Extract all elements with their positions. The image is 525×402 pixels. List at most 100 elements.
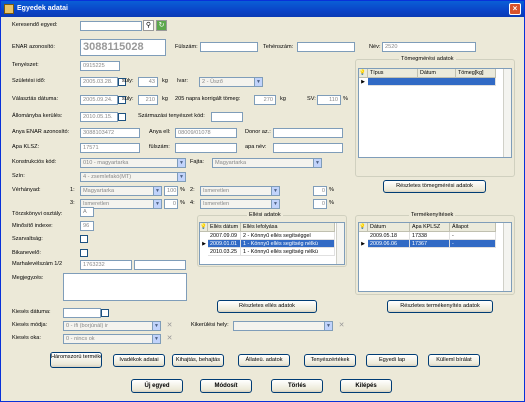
ver1-pct[interactable]: 100 (164, 186, 178, 196)
scrollbar[interactable] (503, 69, 511, 157)
kihajtas-button[interactable]: Kihajtás, behajtás (172, 354, 224, 367)
tenyeszet-field[interactable]: 0915225 (80, 61, 120, 71)
termek-col-apa: Apa KPLSZ (410, 223, 450, 232)
ver2-select[interactable]: Ismeretlen ▼ (200, 186, 280, 196)
refresh-icon[interactable]: ↻ (156, 20, 167, 31)
anya-enar-field[interactable]: 3088103472 (80, 128, 140, 138)
calendar-icon[interactable] (118, 113, 126, 121)
apa-nev-field[interactable] (273, 143, 343, 153)
search-input[interactable] (80, 21, 142, 31)
elles-grid[interactable]: 💡 Ellés dátum Ellés lefolyása 2007.09.09… (199, 222, 345, 265)
ver3-pct[interactable]: 0 (164, 199, 178, 209)
marhalevel-field-2[interactable] (134, 260, 186, 270)
allomany-date[interactable]: 2010.05.15. (80, 112, 118, 122)
haromszori-button[interactable]: Háromszorú termékenyítések (50, 352, 102, 368)
ivar-select[interactable]: 2 - Üsző ▼ (199, 77, 263, 87)
uj-egyed-button[interactable]: Új egyed (131, 379, 183, 393)
elles-cell[interactable]: 2 - Könnyű ellés segítséggel (241, 232, 335, 240)
suly-field[interactable]: 43 (138, 77, 158, 87)
korrigalt-field[interactable]: 270 (254, 95, 276, 105)
konstrukcio-select[interactable]: 010 - magyartarka ▼ (80, 158, 186, 168)
scrollbar[interactable] (336, 223, 344, 264)
sv-field[interactable]: 110 (317, 95, 341, 105)
elles-cell[interactable]: 1 - Könnyű ellés segítség nélkü (241, 248, 335, 256)
termek-cell[interactable]: 17338 (410, 232, 450, 240)
chevron-down-icon: ▼ (271, 200, 279, 208)
megjegyzes-textarea[interactable] (63, 273, 187, 301)
kieses-oka-select[interactable]: 0 - nincs ok ▼ (63, 334, 161, 344)
szarvaltsag-checkbox[interactable] (80, 235, 88, 243)
calendar-icon[interactable] (101, 309, 109, 317)
valasztas-date[interactable]: 2005.09.24. (80, 95, 118, 105)
termek-cell[interactable]: 17367 (410, 240, 450, 248)
anya-ell-label: Anya ell: (149, 129, 171, 135)
fulszam2-field[interactable] (175, 143, 237, 153)
szuletes-label: Születési idő: (12, 78, 46, 84)
termek-cell[interactable]: - (450, 232, 496, 240)
binoculars-icon[interactable]: ⚲ (143, 20, 154, 31)
tehenszam-field[interactable] (297, 42, 355, 52)
bikanevelo-checkbox[interactable] (80, 249, 88, 257)
bulb-icon: 💡 (359, 223, 368, 232)
tenyeszertekek-button[interactable]: Tenyészértékek (304, 354, 356, 367)
konstrukcio-label: Konstrukciós kód: (12, 159, 57, 165)
title-bar: Egyedek adatai × (1, 1, 524, 17)
chevron-down-icon: ▼ (313, 159, 321, 167)
ver1-unit: % (180, 187, 185, 193)
fulszam-field[interactable] (200, 42, 258, 52)
termek-grid[interactable]: 💡 Dátum Apa KPLSZ Állapot 2009.05.18 173… (358, 222, 512, 292)
elles-cell[interactable]: 2010.03.25 (208, 248, 241, 256)
chevron-down-icon: ▼ (177, 159, 185, 167)
elles-details-button[interactable]: Részletes ellés adatok (217, 300, 317, 313)
ivadekok-button[interactable]: Ivadékok adatai (113, 354, 165, 367)
clear-icon[interactable]: ✕ (166, 335, 173, 342)
szuletes-date[interactable]: 2005.03.28. (80, 77, 118, 87)
modosit-button[interactable]: Módosít (200, 379, 252, 393)
kulleme-button[interactable]: Külleml bírálat (428, 354, 480, 367)
kieses-datum-field[interactable] (63, 308, 101, 318)
window-title: Egyedek adatai (17, 5, 68, 12)
apa-klsz-field[interactable]: 17571 (80, 143, 140, 153)
megjegyzes-label: Megjegyzés: (12, 275, 44, 281)
torles-button[interactable]: Törlés (271, 379, 323, 393)
close-button[interactable]: × (509, 3, 521, 15)
ver4-select[interactable]: Ismeretlen ▼ (200, 199, 280, 209)
table-row[interactable] (368, 78, 496, 86)
torzskonyvi-field[interactable]: A (80, 207, 94, 217)
donor-field[interactable] (273, 128, 343, 138)
elles-cell[interactable]: 2007.09.09 (208, 232, 241, 240)
szin-select[interactable]: 4 - zsemlefakó(MT) ▼ (80, 172, 186, 182)
termek-details-button[interactable]: Részletes termékenyítés adatok (387, 300, 493, 313)
termek-cell[interactable]: 2009.06.06 (368, 240, 410, 248)
tomeg-details-button[interactable]: Részletes tömegmérési adatok (383, 180, 486, 193)
tomeg-grid[interactable]: 💡 Típus Dátum Tömeg[kg] ▶ (358, 68, 512, 158)
ver3-num: 3: (70, 200, 75, 206)
clear-icon[interactable]: ✕ (338, 322, 345, 329)
suly2-label: súly: (122, 96, 134, 102)
ver1-select[interactable]: Magyartarka ▼ (80, 186, 162, 196)
kikerulesi-select[interactable]: ▼ (233, 321, 333, 331)
enar-field[interactable]: 3088115028 (80, 39, 166, 56)
ver4-pct[interactable]: 0 (313, 199, 327, 209)
nev-field[interactable]: 2520 (382, 42, 476, 52)
egyedi-lap-button[interactable]: Egyedi lap (366, 354, 418, 367)
kieses-modja-select[interactable]: 0 - ifi (borjúnál) ir ▼ (63, 321, 161, 331)
clear-icon[interactable]: ✕ (166, 322, 173, 329)
ver2-pct[interactable]: 0 (313, 186, 327, 196)
anya-ell-field[interactable]: 08009/01078 (175, 128, 237, 138)
elles-cell[interactable]: 1 - Könnyű ellés segítség nélkü (241, 240, 335, 248)
scrollbar[interactable] (503, 223, 511, 291)
elles-cell[interactable]: 2009.01.01 (208, 240, 241, 248)
allateu-button[interactable]: Állateü. adatok (238, 354, 290, 367)
termek-cell[interactable]: 2009.05.18 (368, 232, 410, 240)
valasztas-label: Választás dátuma: (12, 96, 59, 102)
tomeg-col-tomeg: Tömeg[kg] (456, 69, 496, 78)
suly2-field[interactable]: 210 (138, 95, 158, 105)
minosito-field[interactable]: 96 (80, 221, 94, 231)
kilepes-button[interactable]: Kilépés (340, 379, 392, 393)
szarmazasi-field[interactable] (211, 112, 243, 122)
fajta-select[interactable]: Magyartarka ▼ (212, 158, 322, 168)
korrigalt-unit: kg (280, 96, 286, 102)
marhalevel-field-1[interactable]: 1763232 (80, 260, 132, 270)
termek-cell[interactable]: - (450, 240, 496, 248)
